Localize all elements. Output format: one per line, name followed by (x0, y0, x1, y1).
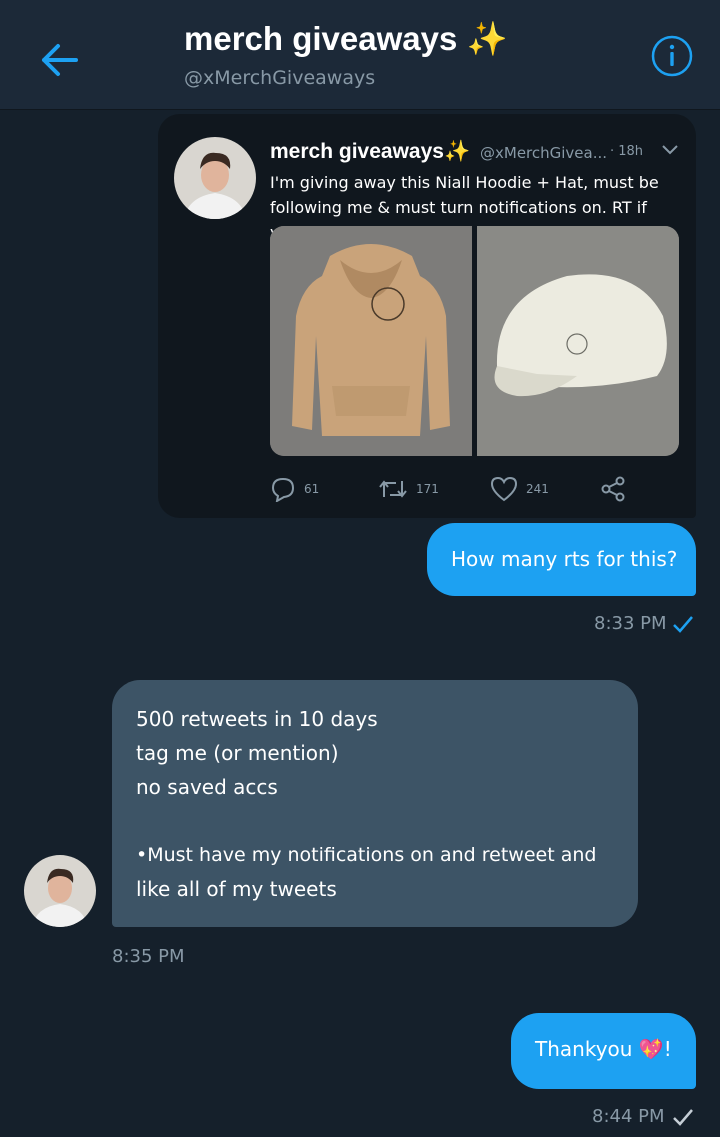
reply-count: 61 (304, 482, 320, 496)
outgoing-message[interactable]: How many rts for this? (427, 523, 696, 596)
message-line: no saved accs (136, 775, 278, 799)
outgoing-message[interactable]: Thankyou 💖! (511, 1013, 696, 1089)
share-action[interactable] (600, 474, 626, 504)
conversation-handle: @xMerchGiveaways (184, 67, 376, 89)
message-timestamp: 8:35 PM (112, 946, 185, 967)
tweet-author-handle: @xMerchGivea... (480, 144, 608, 162)
hoodie-image[interactable] (270, 226, 472, 456)
message-timestamp: 8:33 PM (594, 613, 667, 634)
incoming-message[interactable]: 500 retweets in 10 days tag me (or menti… (112, 680, 638, 927)
retweet-icon (379, 480, 407, 498)
share-icon (601, 476, 625, 502)
hat-image[interactable] (477, 226, 679, 456)
sparkles-emoji: ✨ (466, 20, 508, 57)
back-arrow-icon[interactable] (36, 36, 84, 84)
tweet-actions: 61 171 241 (270, 474, 690, 504)
message-line-blank (136, 804, 638, 838)
reply-action[interactable]: 61 (270, 474, 319, 504)
message-text: How many rts for this? (451, 547, 678, 571)
sparkling-heart-emoji: 💖 (638, 1037, 664, 1061)
retweet-count: 171 (416, 482, 439, 496)
message-text-suffix: ! (663, 1037, 672, 1061)
sparkles-emoji: ✨ (443, 140, 471, 163)
sender-avatar[interactable] (24, 855, 96, 927)
chevron-down-icon[interactable] (661, 142, 679, 156)
message-text: Thankyou (535, 1037, 633, 1061)
tweet-author-avatar[interactable] (174, 137, 256, 219)
like-action[interactable]: 241 (490, 474, 549, 504)
tweet-author-name: merch giveaways✨ (270, 140, 471, 163)
message-line: 500 retweets in 10 days (136, 707, 378, 731)
sent-check-icon (673, 1109, 693, 1126)
message-line: •Must have my notifications on and retwe… (136, 844, 597, 866)
retweet-action[interactable]: 171 (378, 474, 439, 504)
reply-icon (271, 477, 295, 502)
message-timestamp: 8:44 PM (592, 1106, 665, 1127)
sent-check-icon (673, 616, 693, 633)
message-line: like all of my tweets (136, 877, 337, 901)
heart-icon (490, 476, 518, 502)
message-line: tag me (or mention) (136, 741, 339, 765)
info-icon[interactable] (651, 35, 693, 77)
conversation-title: merch giveaways ✨ (184, 20, 508, 57)
conversation-header: merch giveaways ✨ @xMerchGiveaways (0, 0, 720, 110)
like-count: 241 (526, 482, 549, 496)
shared-tweet-card[interactable]: merch giveaways✨ @xMerchGivea... · 18h I… (158, 114, 696, 518)
tweet-timestamp: · 18h (610, 144, 644, 159)
